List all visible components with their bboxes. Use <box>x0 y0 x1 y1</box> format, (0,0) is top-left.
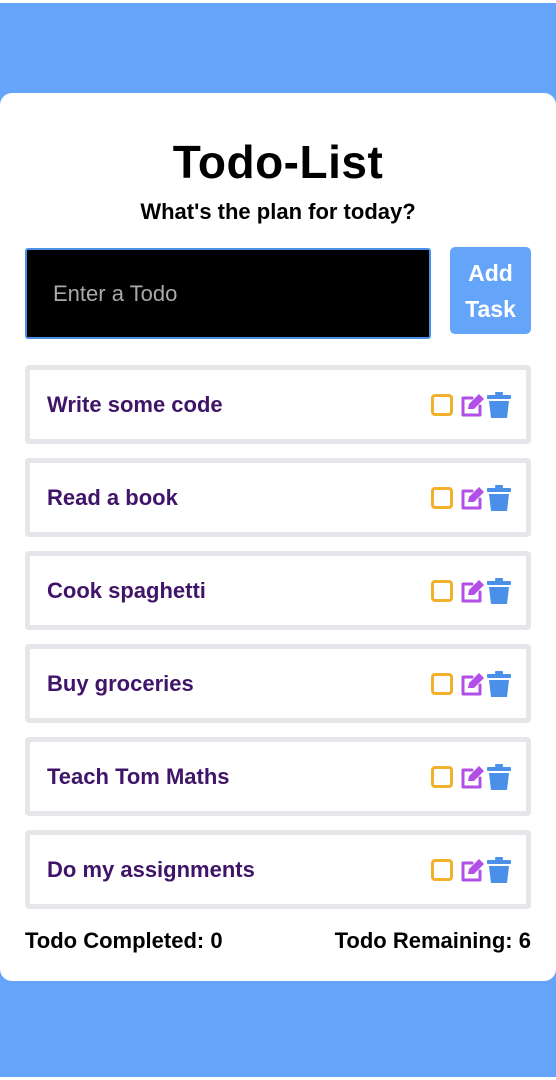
todo-text: Cook spaghetti <box>47 578 206 603</box>
edit-icon[interactable] <box>459 578 485 604</box>
add-task-button[interactable]: Add Task <box>450 247 531 334</box>
trash-icon[interactable] <box>487 857 511 883</box>
todo-input[interactable] <box>25 248 431 339</box>
edit-icon[interactable] <box>459 857 485 883</box>
edit-icon[interactable] <box>459 671 485 697</box>
page-background: Todo-List What's the plan for today? Add… <box>0 3 556 1077</box>
completed-count: 0 <box>210 928 223 953</box>
checkbox-icon[interactable] <box>431 394 453 416</box>
todo-text: Do my assignments <box>47 857 255 882</box>
trash-icon[interactable] <box>487 392 511 418</box>
remaining-count: 6 <box>518 928 531 953</box>
checkbox-icon[interactable] <box>431 766 453 788</box>
todo-text: Write some code <box>47 392 223 417</box>
todo-remaining-stat: Todo Remaining: 6 <box>335 928 531 954</box>
trash-icon[interactable] <box>487 578 511 604</box>
page-title: Todo-List <box>172 136 384 188</box>
checkbox-icon[interactable] <box>431 673 453 695</box>
todo-text: Teach Tom Maths <box>47 764 230 789</box>
todo-text: Buy groceries <box>47 671 194 696</box>
trash-icon[interactable] <box>487 671 511 697</box>
checkbox-icon[interactable] <box>431 859 453 881</box>
completed-label: Todo Completed: <box>25 928 205 953</box>
page-subtitle: What's the plan for today? <box>140 199 416 224</box>
remaining-label: Todo Remaining: <box>334 928 513 953</box>
todo-item: Do my assignments <box>25 830 531 909</box>
trash-icon[interactable] <box>487 764 511 790</box>
edit-icon[interactable] <box>459 392 485 418</box>
todo-item: Cook spaghetti <box>25 551 531 630</box>
todo-item: Buy groceries <box>25 644 531 723</box>
checkbox-icon[interactable] <box>431 487 453 509</box>
todo-text: Read a book <box>47 485 178 510</box>
todo-completed-stat: Todo Completed: 0 <box>25 928 223 954</box>
todo-item: Write some code <box>25 365 531 444</box>
todo-card: Todo-List What's the plan for today? Add… <box>0 93 556 981</box>
todo-item: Teach Tom Maths <box>25 737 531 816</box>
todo-item: Read a book <box>25 458 531 537</box>
trash-icon[interactable] <box>487 485 511 511</box>
edit-icon[interactable] <box>459 485 485 511</box>
edit-icon[interactable] <box>459 764 485 790</box>
checkbox-icon[interactable] <box>431 580 453 602</box>
